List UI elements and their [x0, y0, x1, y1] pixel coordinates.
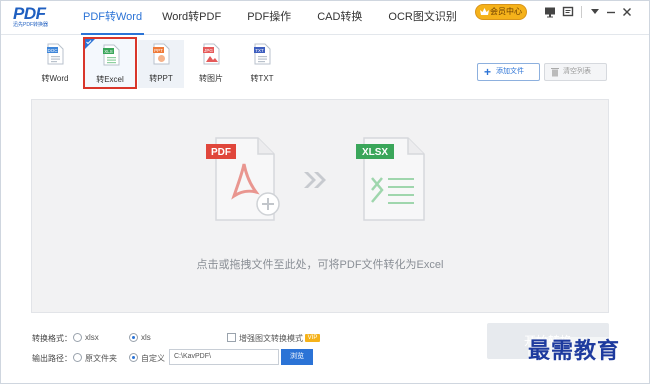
crown-icon: [480, 8, 489, 15]
radio-xls[interactable]: [129, 333, 138, 342]
format-label: 转换格式：: [32, 334, 72, 343]
file-drop-area[interactable]: PDF XLSX 点击或拖拽文件至此处，可将PDF文件转化为Excel: [31, 99, 609, 313]
vip-center-label: 会员中心: [490, 7, 522, 16]
app-window: PDF 迅先PDF转换器 PDF转Word Word转PDF PDF操作 CAD…: [0, 0, 650, 384]
logo-text: PDF: [13, 4, 46, 23]
xlsx-tag: XLSX: [362, 147, 388, 158]
tab-pdf-to-word[interactable]: PDF转Word: [73, 1, 152, 35]
tool-label: 转Word: [41, 74, 69, 83]
pdf-to-excel-illustration: PDF XLSX: [206, 137, 425, 221]
tool-to-ppt[interactable]: PPT 转PPT: [138, 40, 184, 88]
trash-icon: [551, 68, 559, 77]
vip-center-button[interactable]: 会员中心: [475, 4, 527, 20]
svg-text:DOC: DOC: [48, 48, 59, 53]
ppt-doc-icon: PPT: [153, 43, 170, 65]
svg-text:TXT: TXT: [255, 48, 264, 53]
clear-list-button[interactable]: 清空列表: [544, 63, 607, 81]
tool-to-txt[interactable]: TXT 转TXT: [239, 40, 285, 88]
tool-to-word[interactable]: DOC 转Word: [32, 40, 78, 88]
excel-doc-icon: XLS: [103, 44, 120, 66]
clear-list-label: 清空列表: [563, 68, 591, 75]
minimize-icon[interactable]: [605, 6, 617, 18]
svg-text:JPG: JPG: [204, 48, 213, 53]
output-path-input[interactable]: C:\KavPDF\: [169, 349, 279, 365]
drop-hint-text: 点击或拖拽文件至此处，可将PDF文件转化为Excel: [196, 259, 444, 271]
txt-doc-icon: TXT: [254, 43, 271, 65]
tool-label: 转图片: [199, 74, 223, 83]
radio-source-folder-label: 原文件夹: [85, 354, 117, 363]
close-icon[interactable]: [621, 6, 633, 18]
plus-icon: +: [484, 65, 492, 79]
tool-label: 转TXT: [250, 74, 274, 83]
output-path-label: 输出路径：: [32, 354, 72, 363]
tab-word-to-pdf[interactable]: Word转PDF: [152, 1, 231, 35]
svg-text:PPT: PPT: [154, 48, 163, 53]
browse-button[interactable]: 浏览: [281, 349, 313, 365]
radio-xls-label: xls: [141, 333, 151, 342]
watermark-text: 最需教育: [528, 337, 621, 365]
message-icon[interactable]: [562, 6, 574, 18]
tab-pdf-operations[interactable]: PDF操作: [237, 1, 301, 35]
enhance-mode-label: 增强图文转换模式: [239, 334, 303, 343]
main-tabs: PDF转Word Word转PDF PDF操作 CAD转换 OCR图文识别: [73, 1, 467, 35]
pdf-tag: PDF: [211, 147, 231, 158]
selected-check-icon: [85, 39, 95, 49]
logo-subtitle: 迅先PDF转换器: [13, 22, 49, 28]
enhance-mode-checkbox[interactable]: [227, 333, 236, 342]
add-file-button[interactable]: + 添加文件: [477, 63, 540, 81]
menu-icon[interactable]: [589, 6, 601, 18]
tool-to-image[interactable]: JPG 转图片: [188, 40, 234, 88]
add-file-label: 添加文件: [496, 68, 524, 75]
image-doc-icon: JPG: [203, 43, 220, 65]
tab-ocr[interactable]: OCR图文识别: [378, 1, 466, 35]
tool-label: 转Excel: [96, 75, 124, 84]
word-doc-icon: DOC: [47, 43, 64, 65]
tool-to-excel[interactable]: XLS 转Excel: [83, 37, 137, 89]
radio-xlsx-label: xlsx: [85, 333, 99, 342]
tab-cad-convert[interactable]: CAD转换: [307, 1, 372, 35]
monitor-icon[interactable]: [544, 6, 556, 18]
radio-source-folder[interactable]: [73, 353, 82, 362]
svg-text:XLS: XLS: [104, 49, 113, 54]
app-logo: PDF 迅先PDF转换器: [13, 5, 61, 29]
double-chevron-icon: [304, 172, 326, 188]
radio-xlsx[interactable]: [73, 333, 82, 342]
title-bar: PDF 迅先PDF转换器 PDF转Word Word转PDF PDF操作 CAD…: [1, 1, 649, 35]
radio-custom-path[interactable]: [129, 353, 138, 362]
vip-badge: VIP: [305, 334, 320, 342]
tool-label: 转PPT: [149, 74, 173, 83]
divider: [581, 6, 582, 18]
radio-custom-path-label: 自定义: [141, 354, 165, 363]
